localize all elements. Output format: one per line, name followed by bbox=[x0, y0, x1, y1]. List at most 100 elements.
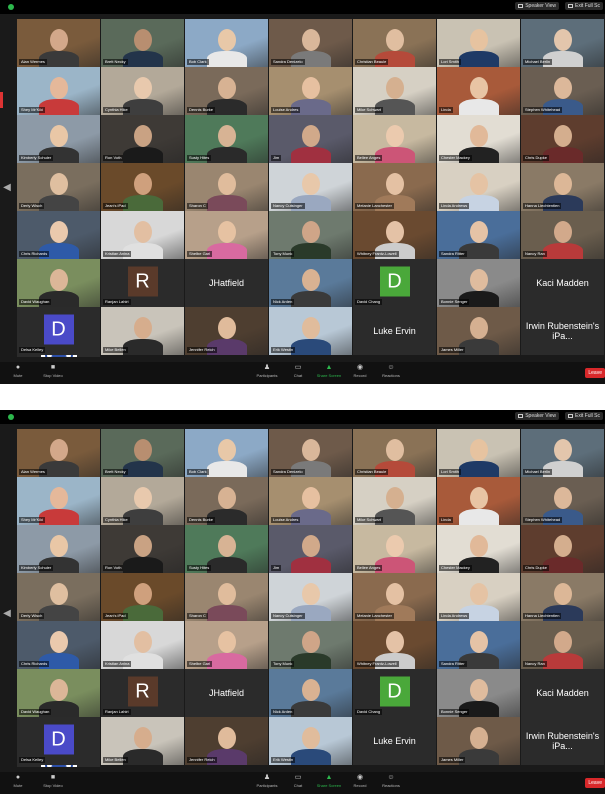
participant-tile[interactable]: Nick Arden bbox=[269, 259, 352, 307]
participant-tile[interactable]: Shelbe Garl bbox=[185, 621, 268, 669]
participant-tile[interactable]: Whitney Frantz-Lowell bbox=[353, 621, 436, 669]
speaker-view-button[interactable]: Speaker View bbox=[515, 412, 559, 420]
exit-full-screen-button[interactable]: Exit Full Sc bbox=[564, 2, 603, 10]
participant-tile[interactable]: R Ranjan Lahiri bbox=[101, 669, 184, 717]
participant-tile[interactable]: Chester Mackey bbox=[437, 525, 520, 573]
participant-tile[interactable]: Bob Clark bbox=[185, 429, 268, 477]
chat-button[interactable]: ▭ Chat bbox=[283, 364, 313, 378]
participant-tile[interactable]: D David Chang bbox=[353, 669, 436, 717]
participant-tile[interactable]: Luke Ervin bbox=[353, 307, 436, 355]
participant-tile[interactable]: JHatfield bbox=[185, 669, 268, 717]
participant-tile[interactable]: Kimberly Schuler bbox=[17, 525, 100, 573]
stop-video-button[interactable]: ■ Stop Video bbox=[38, 364, 68, 378]
participant-tile[interactable]: Erik Westin bbox=[269, 717, 352, 765]
participant-tile[interactable]: Sandra Ritter bbox=[437, 211, 520, 259]
participant-tile[interactable]: Jennifer Reich bbox=[185, 717, 268, 765]
participant-tile[interactable]: Chris Dupke bbox=[521, 115, 604, 163]
participant-tile[interactable]: Irwin Rubenstein's iPa... bbox=[521, 307, 604, 355]
reactions-button[interactable]: ☺ Reactions bbox=[376, 364, 406, 378]
participant-tile[interactable]: Brett Necky bbox=[101, 429, 184, 477]
security-shield-icon[interactable] bbox=[8, 4, 14, 10]
record-button[interactable]: ◉ Record bbox=[345, 364, 375, 378]
participant-tile[interactable]: Jean's iPad bbox=[101, 573, 184, 621]
participant-tile[interactable]: Alan Wermes bbox=[17, 19, 100, 67]
share-screen-button[interactable]: ▲ Share Screen bbox=[314, 364, 344, 378]
participant-tile[interactable]: Bonnie Senger bbox=[437, 259, 520, 307]
participant-tile[interactable]: Chris Richards bbox=[17, 211, 100, 259]
participant-tile[interactable]: Free To Thrive bbox=[17, 355, 100, 357]
participant-tile[interactable]: Susty Hites bbox=[185, 525, 268, 573]
participant-tile[interactable]: Jennifer Reich bbox=[185, 307, 268, 355]
participant-tile[interactable]: Alan Wermes bbox=[17, 429, 100, 477]
participant-tile[interactable]: Nick Arden bbox=[269, 669, 352, 717]
participant-tile[interactable]: Chris Dupke bbox=[521, 525, 604, 573]
participant-tile[interactable]: Bellee Anges bbox=[353, 115, 436, 163]
participant-tile[interactable]: Chester Mackey bbox=[437, 115, 520, 163]
exit-full-screen-button[interactable]: Exit Full Sc bbox=[564, 412, 603, 420]
participant-tile[interactable]: D Delsa Kelley bbox=[17, 307, 100, 355]
security-shield-icon[interactable] bbox=[8, 414, 14, 420]
participant-tile[interactable]: Nancy Ran bbox=[521, 211, 604, 259]
participant-tile[interactable]: Luke Ervin bbox=[353, 717, 436, 765]
participant-tile[interactable]: Irwin Rubenstein's iPa... bbox=[521, 717, 604, 765]
participant-tile[interactable]: Bob Clark bbox=[185, 19, 268, 67]
participants-button[interactable]: ♟ Participants bbox=[252, 364, 282, 378]
participant-tile[interactable]: Melanie Lanchester bbox=[353, 163, 436, 211]
leave-button[interactable]: Leave bbox=[585, 778, 605, 788]
participant-tile[interactable]: Lori Smith bbox=[437, 19, 520, 67]
participant-tile[interactable]: Lori Smith bbox=[437, 429, 520, 477]
stop-video-button[interactable]: ■ Stop Video bbox=[38, 774, 68, 788]
participant-tile[interactable]: Melanie Lanchester bbox=[353, 573, 436, 621]
participant-tile[interactable]: Hanna Liechtentien bbox=[521, 163, 604, 211]
participant-tile[interactable]: Brett Necky bbox=[101, 19, 184, 67]
participant-tile[interactable]: Cynthia Hike bbox=[101, 67, 184, 115]
participant-tile[interactable]: David Waughan bbox=[17, 259, 100, 307]
participant-tile[interactable]: Stephen Whitehead bbox=[521, 477, 604, 525]
participant-tile[interactable]: Kristian Anina bbox=[101, 621, 184, 669]
participant-tile[interactable]: Bellee Anges bbox=[353, 525, 436, 573]
participant-tile[interactable]: D David Chang bbox=[353, 259, 436, 307]
participant-tile[interactable]: Louise Andres bbox=[269, 477, 352, 525]
participant-tile[interactable]: Sandra Denizelo bbox=[269, 19, 352, 67]
mute-button[interactable]: ● Mute bbox=[3, 774, 33, 788]
participant-tile[interactable]: Linda Andrews bbox=[437, 573, 520, 621]
participant-tile[interactable]: Susty Hites bbox=[185, 115, 268, 163]
participant-tile[interactable]: Mike Schwart bbox=[353, 477, 436, 525]
participant-tile[interactable]: Sandra Denizelo bbox=[269, 429, 352, 477]
participant-tile[interactable]: James Miller bbox=[437, 307, 520, 355]
record-button[interactable]: ◉ Record bbox=[345, 774, 375, 788]
mute-button[interactable]: ● Mute bbox=[3, 364, 33, 378]
participant-tile[interactable]: JHatfield bbox=[185, 259, 268, 307]
reactions-button[interactable]: ☺ Reactions bbox=[376, 774, 406, 788]
participants-button[interactable]: ♟ Participants bbox=[252, 774, 282, 788]
participant-tile[interactable]: Ron Voth bbox=[101, 525, 184, 573]
speaker-view-button[interactable]: Speaker View bbox=[515, 2, 559, 10]
participant-tile[interactable]: Linda Andrews bbox=[437, 163, 520, 211]
participant-tile[interactable]: Kaci Madden bbox=[521, 259, 604, 307]
participant-tile[interactable]: Shey Mr'Kiki bbox=[17, 477, 100, 525]
chat-button[interactable]: ▭ Chat bbox=[283, 774, 313, 788]
participant-tile[interactable]: Michael Berlin bbox=[521, 19, 604, 67]
participant-tile[interactable]: Linda bbox=[437, 67, 520, 115]
participant-tile[interactable]: Michael Berlin bbox=[521, 429, 604, 477]
participant-tile[interactable]: Sharon C bbox=[185, 163, 268, 211]
participant-tile[interactable]: Nancy Cutsinger bbox=[269, 163, 352, 211]
participant-tile[interactable]: Stephen Whitehead bbox=[521, 67, 604, 115]
participant-tile[interactable]: R Ranjan Lahiri bbox=[101, 259, 184, 307]
participant-tile[interactable]: Derly Wisch bbox=[17, 163, 100, 211]
participant-tile[interactable]: Nancy Cutsinger bbox=[269, 573, 352, 621]
participant-tile[interactable]: Hanna Liechtentien bbox=[521, 573, 604, 621]
participant-tile[interactable]: Ron Voth bbox=[101, 115, 184, 163]
participant-tile[interactable]: Free To Thrive bbox=[17, 765, 100, 767]
participant-tile[interactable]: Erik Westin bbox=[269, 307, 352, 355]
participant-tile[interactable]: Christian Beaule bbox=[353, 19, 436, 67]
participant-tile[interactable]: Tony Munk bbox=[269, 621, 352, 669]
participant-tile[interactable]: Dennis Burke bbox=[185, 67, 268, 115]
share-screen-button[interactable]: ▲ Share Screen bbox=[314, 774, 344, 788]
participant-tile[interactable]: Whitney Frantz-Lowell bbox=[353, 211, 436, 259]
participant-tile[interactable]: Louise Andres bbox=[269, 67, 352, 115]
participant-tile[interactable]: James Miller bbox=[437, 717, 520, 765]
participant-tile[interactable]: Linda bbox=[437, 477, 520, 525]
participant-tile[interactable]: Jim bbox=[269, 525, 352, 573]
participant-tile[interactable]: Nancy Ran bbox=[521, 621, 604, 669]
